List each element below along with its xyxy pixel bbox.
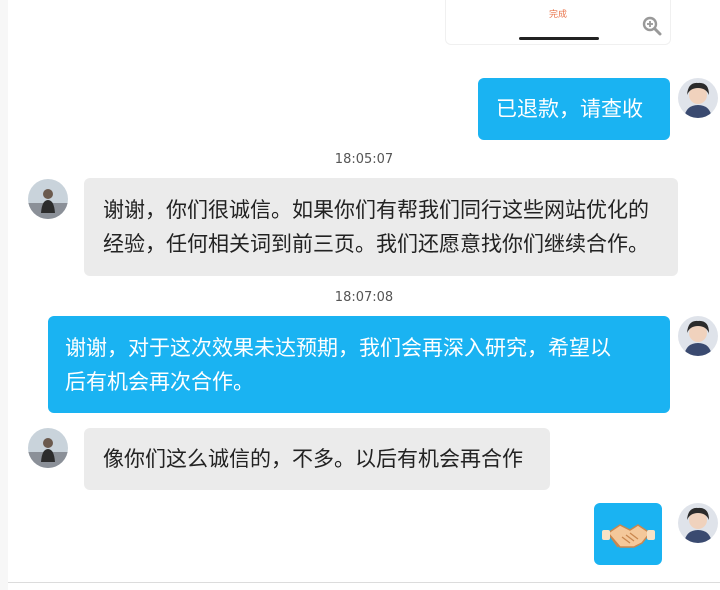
avatar-self[interactable] xyxy=(678,316,718,356)
zoom-in-icon[interactable] xyxy=(642,16,662,36)
message-bubble-outgoing[interactable]: 已退款，请查收 xyxy=(478,78,670,140)
message-text: 后有机会再次合作。 xyxy=(65,370,254,394)
done-label[interactable]: 完成 xyxy=(446,7,670,20)
message-bubble-incoming[interactable]: 谢谢，你们很诚信。如果你们有帮我们同行这些网站优化的 经验，任何相关词到前三页。… xyxy=(84,178,678,276)
timestamp: 18:05:07 xyxy=(334,152,394,167)
message-bubble-incoming[interactable]: 像你们这么诚信的，不多。以后有机会再合作 xyxy=(84,428,550,490)
message-text: 像你们这么诚信的，不多。以后有机会再合作 xyxy=(103,447,523,471)
handshake-emoji xyxy=(602,524,655,548)
message-text: 经验，任何相关词到前三页。我们还愿意找你们继续合作。 xyxy=(103,232,649,256)
timestamp: 18:07:08 xyxy=(334,290,394,305)
home-indicator xyxy=(519,37,599,40)
avatar-contact[interactable] xyxy=(28,428,68,468)
avatar-contact[interactable] xyxy=(28,179,68,219)
divider xyxy=(8,582,720,583)
message-bubble-outgoing[interactable]: 谢谢，对于这次效果未达预期，我们会再深入研究，希望以 后有机会再次合作。 xyxy=(48,316,670,413)
message-text: 谢谢，你们很诚信。如果你们有帮我们同行这些网站优化的 xyxy=(103,198,649,222)
image-preview-card[interactable]: 完成 xyxy=(445,0,671,45)
avatar-self[interactable] xyxy=(678,78,718,118)
chat-window: 完成 已退款，请查收 18:05:07 谢谢，你们很诚信。如果你们有帮我们同行这… xyxy=(8,0,720,590)
avatar-self[interactable] xyxy=(678,503,718,543)
message-bubble-emoji[interactable] xyxy=(594,503,662,565)
message-text: 谢谢，对于这次效果未达预期，我们会再深入研究，希望以 xyxy=(65,336,611,360)
message-text: 已退款，请查收 xyxy=(496,97,643,121)
